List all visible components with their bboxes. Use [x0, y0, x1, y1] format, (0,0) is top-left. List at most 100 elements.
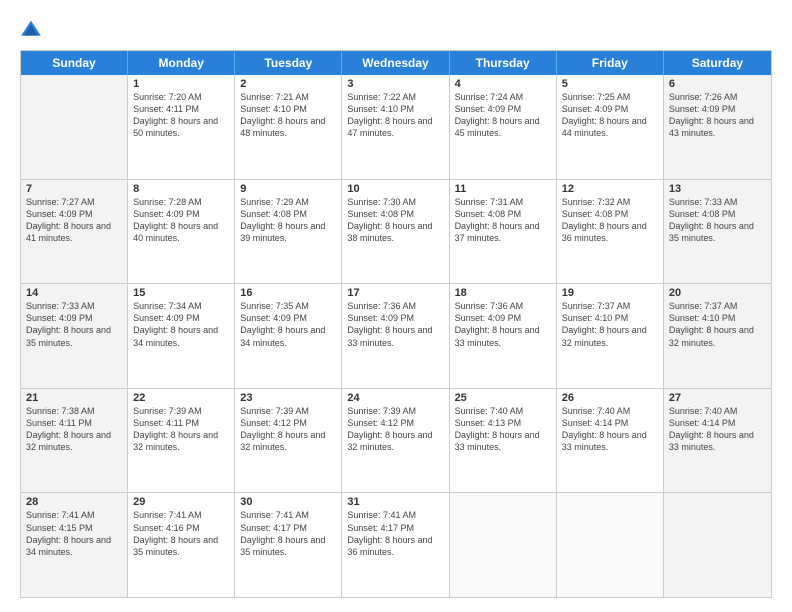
calendar-cell: 21Sunrise: 7:38 AM Sunset: 4:11 PM Dayli…: [21, 389, 128, 493]
day-number: 22: [133, 392, 229, 404]
cell-info: Sunrise: 7:22 AM Sunset: 4:10 PM Dayligh…: [347, 91, 443, 140]
calendar-cell: 23Sunrise: 7:39 AM Sunset: 4:12 PM Dayli…: [235, 389, 342, 493]
cell-info: Sunrise: 7:40 AM Sunset: 4:14 PM Dayligh…: [562, 405, 658, 454]
day-number: 30: [240, 496, 336, 508]
calendar-cell: 7Sunrise: 7:27 AM Sunset: 4:09 PM Daylig…: [21, 180, 128, 284]
day-number: 20: [669, 287, 766, 299]
day-number: 10: [347, 183, 443, 195]
calendar-row: 14Sunrise: 7:33 AM Sunset: 4:09 PM Dayli…: [21, 283, 771, 388]
calendar-cell: 9Sunrise: 7:29 AM Sunset: 4:08 PM Daylig…: [235, 180, 342, 284]
cell-info: Sunrise: 7:37 AM Sunset: 4:10 PM Dayligh…: [669, 300, 766, 349]
day-number: 16: [240, 287, 336, 299]
calendar-cell: [21, 75, 128, 179]
calendar-cell: 19Sunrise: 7:37 AM Sunset: 4:10 PM Dayli…: [557, 284, 664, 388]
cell-info: Sunrise: 7:39 AM Sunset: 4:11 PM Dayligh…: [133, 405, 229, 454]
calendar-cell: 27Sunrise: 7:40 AM Sunset: 4:14 PM Dayli…: [664, 389, 771, 493]
cell-info: Sunrise: 7:24 AM Sunset: 4:09 PM Dayligh…: [455, 91, 551, 140]
calendar-cell: 16Sunrise: 7:35 AM Sunset: 4:09 PM Dayli…: [235, 284, 342, 388]
cell-info: Sunrise: 7:36 AM Sunset: 4:09 PM Dayligh…: [347, 300, 443, 349]
day-number: 12: [562, 183, 658, 195]
calendar-cell: 8Sunrise: 7:28 AM Sunset: 4:09 PM Daylig…: [128, 180, 235, 284]
header-day-sunday: Sunday: [21, 51, 128, 75]
calendar-cell: 14Sunrise: 7:33 AM Sunset: 4:09 PM Dayli…: [21, 284, 128, 388]
cell-info: Sunrise: 7:33 AM Sunset: 4:09 PM Dayligh…: [26, 300, 122, 349]
day-number: 6: [669, 78, 766, 90]
day-number: 24: [347, 392, 443, 404]
day-number: 23: [240, 392, 336, 404]
calendar-cell: 22Sunrise: 7:39 AM Sunset: 4:11 PM Dayli…: [128, 389, 235, 493]
calendar-body: 1Sunrise: 7:20 AM Sunset: 4:11 PM Daylig…: [21, 75, 771, 597]
calendar-cell: 12Sunrise: 7:32 AM Sunset: 4:08 PM Dayli…: [557, 180, 664, 284]
calendar-cell: 11Sunrise: 7:31 AM Sunset: 4:08 PM Dayli…: [450, 180, 557, 284]
calendar-cell: [664, 493, 771, 597]
cell-info: Sunrise: 7:29 AM Sunset: 4:08 PM Dayligh…: [240, 196, 336, 245]
calendar-cell: 13Sunrise: 7:33 AM Sunset: 4:08 PM Dayli…: [664, 180, 771, 284]
day-number: 28: [26, 496, 122, 508]
day-number: 14: [26, 287, 122, 299]
day-number: 27: [669, 392, 766, 404]
day-number: 19: [562, 287, 658, 299]
calendar-cell: 28Sunrise: 7:41 AM Sunset: 4:15 PM Dayli…: [21, 493, 128, 597]
day-number: 9: [240, 183, 336, 195]
day-number: 29: [133, 496, 229, 508]
day-number: 4: [455, 78, 551, 90]
cell-info: Sunrise: 7:38 AM Sunset: 4:11 PM Dayligh…: [26, 405, 122, 454]
day-number: 17: [347, 287, 443, 299]
calendar-cell: 1Sunrise: 7:20 AM Sunset: 4:11 PM Daylig…: [128, 75, 235, 179]
calendar-cell: 15Sunrise: 7:34 AM Sunset: 4:09 PM Dayli…: [128, 284, 235, 388]
calendar-cell: [557, 493, 664, 597]
day-number: 25: [455, 392, 551, 404]
day-number: 21: [26, 392, 122, 404]
calendar-header: SundayMondayTuesdayWednesdayThursdayFrid…: [21, 51, 771, 75]
cell-info: Sunrise: 7:41 AM Sunset: 4:15 PM Dayligh…: [26, 509, 122, 558]
cell-info: Sunrise: 7:25 AM Sunset: 4:09 PM Dayligh…: [562, 91, 658, 140]
calendar-cell: 18Sunrise: 7:36 AM Sunset: 4:09 PM Dayli…: [450, 284, 557, 388]
calendar-cell: [450, 493, 557, 597]
cell-info: Sunrise: 7:20 AM Sunset: 4:11 PM Dayligh…: [133, 91, 229, 140]
calendar-cell: 2Sunrise: 7:21 AM Sunset: 4:10 PM Daylig…: [235, 75, 342, 179]
cell-info: Sunrise: 7:32 AM Sunset: 4:08 PM Dayligh…: [562, 196, 658, 245]
header-day-saturday: Saturday: [664, 51, 771, 75]
day-number: 5: [562, 78, 658, 90]
cell-info: Sunrise: 7:40 AM Sunset: 4:14 PM Dayligh…: [669, 405, 766, 454]
header-day-monday: Monday: [128, 51, 235, 75]
header-day-wednesday: Wednesday: [342, 51, 449, 75]
calendar-cell: 4Sunrise: 7:24 AM Sunset: 4:09 PM Daylig…: [450, 75, 557, 179]
header-day-thursday: Thursday: [450, 51, 557, 75]
cell-info: Sunrise: 7:41 AM Sunset: 4:17 PM Dayligh…: [240, 509, 336, 558]
day-number: 31: [347, 496, 443, 508]
calendar-cell: 20Sunrise: 7:37 AM Sunset: 4:10 PM Dayli…: [664, 284, 771, 388]
calendar-cell: 3Sunrise: 7:22 AM Sunset: 4:10 PM Daylig…: [342, 75, 449, 179]
cell-info: Sunrise: 7:35 AM Sunset: 4:09 PM Dayligh…: [240, 300, 336, 349]
calendar-cell: 10Sunrise: 7:30 AM Sunset: 4:08 PM Dayli…: [342, 180, 449, 284]
calendar-cell: 17Sunrise: 7:36 AM Sunset: 4:09 PM Dayli…: [342, 284, 449, 388]
calendar-row: 21Sunrise: 7:38 AM Sunset: 4:11 PM Dayli…: [21, 388, 771, 493]
cell-info: Sunrise: 7:31 AM Sunset: 4:08 PM Dayligh…: [455, 196, 551, 245]
day-number: 11: [455, 183, 551, 195]
cell-info: Sunrise: 7:21 AM Sunset: 4:10 PM Dayligh…: [240, 91, 336, 140]
calendar-cell: 6Sunrise: 7:26 AM Sunset: 4:09 PM Daylig…: [664, 75, 771, 179]
header: [20, 18, 772, 40]
calendar-cell: 25Sunrise: 7:40 AM Sunset: 4:13 PM Dayli…: [450, 389, 557, 493]
day-number: 2: [240, 78, 336, 90]
calendar: SundayMondayTuesdayWednesdayThursdayFrid…: [20, 50, 772, 598]
day-number: 7: [26, 183, 122, 195]
cell-info: Sunrise: 7:37 AM Sunset: 4:10 PM Dayligh…: [562, 300, 658, 349]
cell-info: Sunrise: 7:34 AM Sunset: 4:09 PM Dayligh…: [133, 300, 229, 349]
cell-info: Sunrise: 7:41 AM Sunset: 4:16 PM Dayligh…: [133, 509, 229, 558]
calendar-row: 7Sunrise: 7:27 AM Sunset: 4:09 PM Daylig…: [21, 179, 771, 284]
calendar-cell: 26Sunrise: 7:40 AM Sunset: 4:14 PM Dayli…: [557, 389, 664, 493]
cell-info: Sunrise: 7:26 AM Sunset: 4:09 PM Dayligh…: [669, 91, 766, 140]
header-day-tuesday: Tuesday: [235, 51, 342, 75]
day-number: 26: [562, 392, 658, 404]
calendar-cell: 29Sunrise: 7:41 AM Sunset: 4:16 PM Dayli…: [128, 493, 235, 597]
calendar-cell: 30Sunrise: 7:41 AM Sunset: 4:17 PM Dayli…: [235, 493, 342, 597]
cell-info: Sunrise: 7:39 AM Sunset: 4:12 PM Dayligh…: [240, 405, 336, 454]
cell-info: Sunrise: 7:36 AM Sunset: 4:09 PM Dayligh…: [455, 300, 551, 349]
calendar-row: 1Sunrise: 7:20 AM Sunset: 4:11 PM Daylig…: [21, 75, 771, 179]
day-number: 18: [455, 287, 551, 299]
header-day-friday: Friday: [557, 51, 664, 75]
calendar-row: 28Sunrise: 7:41 AM Sunset: 4:15 PM Dayli…: [21, 492, 771, 597]
logo: [20, 18, 44, 40]
calendar-cell: 24Sunrise: 7:39 AM Sunset: 4:12 PM Dayli…: [342, 389, 449, 493]
